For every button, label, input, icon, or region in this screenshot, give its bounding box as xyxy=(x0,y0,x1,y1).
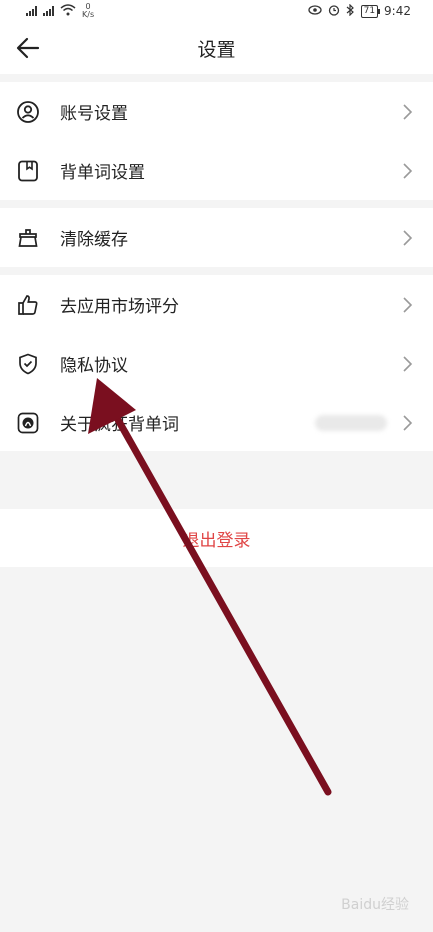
privacy-policy-label: 隐私协议 xyxy=(60,356,128,376)
rate-app-label: 去应用市场评分 xyxy=(60,297,179,317)
about-app-item[interactable]: 关于疯狂背单词 xyxy=(0,393,433,452)
settings-group-about: 去应用市场评分 隐私协议 关于疯狂背单词 xyxy=(0,275,433,451)
broom-icon xyxy=(18,228,38,247)
bluetooth-icon xyxy=(346,3,355,19)
clear-cache-item[interactable]: 清除缓存 xyxy=(0,208,433,267)
chevron-right-icon xyxy=(403,162,413,179)
vocab-settings-item[interactable]: 背单词设置 xyxy=(0,141,433,200)
status-bar-right: 71 9:42 xyxy=(307,0,411,22)
about-app-label: 关于疯狂背单词 xyxy=(60,415,179,435)
signal-icon-2 xyxy=(43,6,54,16)
account-settings-label: 账号设置 xyxy=(60,104,128,124)
status-bar-left: 0 K/s xyxy=(26,0,94,22)
back-button[interactable] xyxy=(14,34,42,62)
logout-label: 退出登录 xyxy=(182,530,251,551)
status-bar: 0 K/s 71 9:42 xyxy=(0,0,433,22)
chevron-right-icon xyxy=(403,229,413,246)
top-bar: 设置 xyxy=(0,22,433,74)
network-speed: 0 K/s xyxy=(82,2,95,19)
account-settings-item[interactable]: 账号设置 xyxy=(0,82,433,141)
settings-group-cache: 清除缓存 xyxy=(0,208,433,267)
chevron-right-icon xyxy=(403,103,413,120)
chevron-right-icon xyxy=(403,296,413,313)
clear-cache-label: 清除缓存 xyxy=(60,230,128,250)
clock: 9:42 xyxy=(384,4,411,18)
user-icon xyxy=(17,100,39,123)
settings-group-account: 账号设置 背单词设置 xyxy=(0,82,433,200)
arrow-left-icon xyxy=(16,37,40,59)
shield-check-icon xyxy=(19,353,37,374)
book-icon xyxy=(18,160,38,181)
chevron-right-icon xyxy=(403,414,413,431)
rate-app-item[interactable]: 去应用市场评分 xyxy=(0,275,433,334)
chevron-right-icon xyxy=(403,355,413,372)
signal-icon xyxy=(26,6,37,16)
watermark: Baidu经验 xyxy=(341,897,409,913)
thumbs-up-icon xyxy=(18,294,38,315)
app-logo-icon xyxy=(17,412,39,433)
page-title: 设置 xyxy=(197,38,236,61)
wifi-icon xyxy=(60,3,76,19)
battery-indicator: 71 xyxy=(360,4,381,18)
alarm-icon xyxy=(328,4,340,19)
vocab-settings-label: 背单词设置 xyxy=(60,163,145,183)
logout-button[interactable]: 退出登录 xyxy=(0,509,433,567)
version-value-blurred xyxy=(315,414,387,431)
arrow-shaft xyxy=(104,398,332,796)
privacy-policy-item[interactable]: 隐私协议 xyxy=(0,334,433,393)
eye-icon xyxy=(307,4,322,18)
